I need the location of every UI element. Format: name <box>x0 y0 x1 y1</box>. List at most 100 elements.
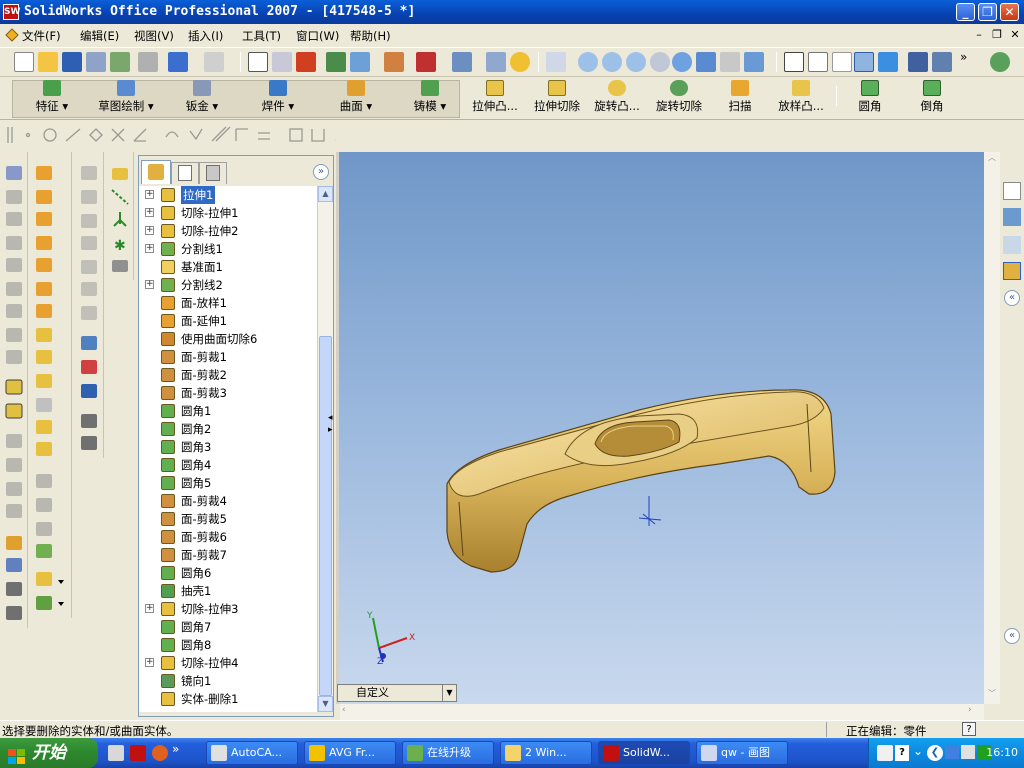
scroll-down-icon[interactable]: ▼ <box>318 696 333 712</box>
section-view-icon[interactable] <box>932 52 952 72</box>
customize-icon[interactable] <box>990 52 1010 72</box>
tree-item[interactable]: 圆角8 <box>139 636 317 654</box>
taskbar-button[interactable]: SolidW... <box>598 741 690 765</box>
tree-item[interactable]: 面-延伸1 <box>139 312 317 330</box>
scroll-thumb[interactable] <box>319 336 332 696</box>
expand-icon[interactable]: + <box>145 604 154 613</box>
home-icon[interactable] <box>1003 182 1021 200</box>
pan-icon[interactable] <box>696 52 716 72</box>
tree-item[interactable]: 实体-删除1 <box>139 690 317 708</box>
expand-icon[interactable]: + <box>145 658 154 667</box>
tree-item[interactable]: 面-剪裁5 <box>139 510 317 528</box>
menu-insert[interactable]: 插入(I) <box>188 28 223 44</box>
tree-item[interactable]: 抽壳1 <box>139 582 317 600</box>
view-orientation-icon[interactable] <box>350 52 370 72</box>
menu-tools[interactable]: 工具(T) <box>242 28 281 44</box>
part-model[interactable]: Y X Z <box>339 152 984 704</box>
tree-item[interactable]: 圆角3 <box>139 438 317 456</box>
viewport-horizontal-scrollbar[interactable]: ‹ › <box>340 704 984 720</box>
scroll-right-icon[interactable]: › <box>968 705 982 719</box>
redo-icon[interactable] <box>204 52 224 72</box>
menu-help[interactable]: 帮助(H) <box>350 28 391 44</box>
menu-edit[interactable]: 编辑(E) <box>80 28 119 44</box>
solidworks-app-icon[interactable]: SW <box>3 4 20 20</box>
print-icon[interactable] <box>138 52 158 72</box>
tree-item[interactable]: 面-剪裁4 <box>139 492 317 510</box>
make-assembly-icon[interactable] <box>110 52 130 72</box>
browser-launch-icon[interactable] <box>152 745 168 761</box>
heads-up-icon[interactable] <box>546 52 566 72</box>
tree-item[interactable]: 面-剪裁6 <box>139 528 317 546</box>
tab-sketch[interactable]: 草图绘制 ▾ <box>90 80 162 118</box>
extruded-cut-button[interactable]: 拉伸切除 <box>530 80 584 118</box>
vertical-toolbar-1-icons[interactable] <box>0 152 28 628</box>
zoom-to-fit-icon[interactable] <box>578 52 598 72</box>
shadows-icon[interactable] <box>908 52 928 72</box>
wireframe-icon[interactable] <box>784 52 804 72</box>
properties-icon[interactable] <box>486 52 506 72</box>
tree-item[interactable]: + 切除-拉伸3 <box>139 600 317 618</box>
tree-item[interactable]: 面-剪裁3 <box>139 384 317 402</box>
tree-item[interactable]: 面-放样1 <box>139 294 317 312</box>
tree-item[interactable]: 面-剪裁1 <box>139 348 317 366</box>
rotate-icon[interactable] <box>672 52 692 72</box>
help-icon[interactable] <box>510 52 530 72</box>
expand-icon[interactable]: + <box>145 208 154 217</box>
tab-property-manager[interactable] <box>171 162 199 184</box>
tree-item[interactable]: 圆角7 <box>139 618 317 636</box>
shaded-with-edges-icon[interactable] <box>854 52 874 72</box>
tree-item[interactable]: 面-剪裁2 <box>139 366 317 384</box>
tray-overflow-icon[interactable]: ⌄ <box>913 744 923 758</box>
tree-item[interactable]: 圆角6 <box>139 564 317 582</box>
tab-sheet-metal[interactable]: 钣金 ▾ <box>172 80 232 118</box>
tree-item[interactable]: + 分割线1 <box>139 240 317 258</box>
hidden-lines-removed-icon[interactable] <box>832 52 852 72</box>
vertical-toolbar-3-icons[interactable] <box>76 152 104 458</box>
expand-icon[interactable]: + <box>145 190 154 199</box>
taskbar-button[interactable]: 在线升级 <box>402 741 494 765</box>
save-icon[interactable] <box>62 52 82 72</box>
sweep-button[interactable]: 扫描 <box>722 80 758 118</box>
help-tray-icon[interactable]: ? <box>895 745 909 761</box>
lofted-boss-button[interactable]: 放样凸... <box>772 80 830 118</box>
chevron-down-icon[interactable]: ▼ <box>442 685 456 701</box>
minimize-button[interactable]: _ <box>956 3 975 21</box>
solidworks-launch-icon[interactable] <box>130 745 146 761</box>
tree-item[interactable]: 圆角5 <box>139 474 317 492</box>
previous-view-icon[interactable] <box>720 52 740 72</box>
viewport-vertical-scrollbar[interactable]: ︿ ﹀ <box>984 152 1000 704</box>
taskbar-button[interactable]: 2 Win... <box>500 741 592 765</box>
clock[interactable]: 16:10 <box>986 746 1018 759</box>
open-icon[interactable] <box>38 52 58 72</box>
tree-item[interactable]: 基准面1 <box>139 258 317 276</box>
scroll-down-icon[interactable]: ﹀ <box>985 688 999 702</box>
tab-configuration-manager[interactable] <box>199 162 227 184</box>
chamfer-button[interactable]: 倒角 <box>914 80 950 118</box>
taskbar-button[interactable]: qw - 画图 <box>696 741 788 765</box>
network-icon[interactable] <box>945 745 959 759</box>
standard-views-icon[interactable] <box>744 52 764 72</box>
mdi-minimize-button[interactable]: – <box>972 28 986 42</box>
quick-launch-overflow-icon[interactable]: » <box>172 742 179 756</box>
start-button[interactable]: 开始 <box>0 738 98 768</box>
vertical-toolbar-2-icons[interactable] <box>32 152 72 618</box>
zoom-to-area-icon[interactable] <box>602 52 622 72</box>
tray-collapse-icon[interactable]: ❮ <box>927 745 943 761</box>
configuration-select[interactable]: 自定义 ▼ <box>337 684 457 702</box>
tree-item[interactable]: 圆角4 <box>139 456 317 474</box>
graphics-area[interactable]: Y X Z <box>336 152 984 704</box>
select-arrow-icon[interactable] <box>248 52 268 72</box>
tree-item[interactable]: + 切除-拉伸1 <box>139 204 317 222</box>
mdi-close-button[interactable]: ✕ <box>1008 28 1022 42</box>
scroll-up-icon[interactable]: ︿ <box>985 152 999 166</box>
show-desktop-icon[interactable] <box>108 745 124 761</box>
undo-icon[interactable] <box>168 52 188 72</box>
taskbar-button[interactable]: AVG Fr... <box>304 741 396 765</box>
menu-window[interactable]: 窗口(W) <box>296 28 339 44</box>
tree-item[interactable]: 圆角1 <box>139 402 317 420</box>
expand-panel-icon[interactable]: » <box>313 164 329 180</box>
tree-item[interactable]: + 分割线2 <box>139 276 317 294</box>
splitter-handle-icon[interactable]: ◂ ▸ <box>328 412 336 436</box>
toolbar-overflow-icon[interactable]: » <box>960 50 967 64</box>
window-layout-icon[interactable] <box>452 52 472 72</box>
